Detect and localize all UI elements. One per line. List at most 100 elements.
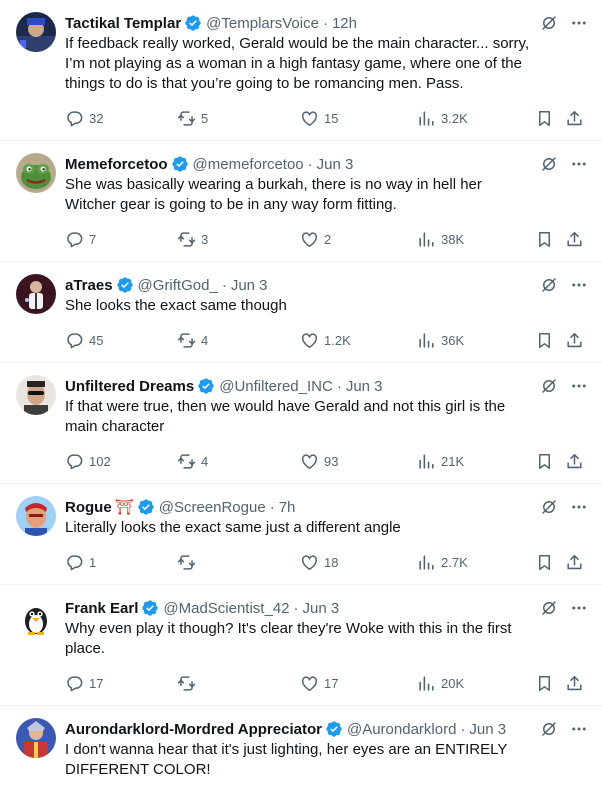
user-handle[interactable]: @TemplarsVoice: [206, 15, 319, 32]
avatar[interactable]: [16, 12, 56, 52]
tweet[interactable]: Tactikal Templar @TemplarsVoice · 12h If fee…: [0, 0, 602, 141]
grok-icon[interactable]: [540, 377, 558, 395]
more-icon[interactable]: [570, 276, 588, 294]
views-count: 3.2K: [441, 111, 468, 126]
reply-button[interactable]: 1: [65, 553, 96, 572]
like-button[interactable]: 18: [300, 553, 338, 572]
retweet-button[interactable]: 5: [177, 109, 208, 128]
reply-button[interactable]: 45: [65, 331, 103, 350]
like-button[interactable]: 17: [300, 674, 338, 693]
share-button[interactable]: [565, 452, 589, 471]
reply-button[interactable]: 32: [65, 109, 103, 128]
user-handle[interactable]: @Unfiltered_INC: [219, 378, 333, 395]
retweet-button[interactable]: [177, 674, 201, 693]
tweet-text: I don't wanna hear that it's just lighti…: [65, 741, 508, 778]
display-name[interactable]: aTraes: [65, 277, 113, 294]
avatar[interactable]: [16, 375, 56, 415]
user-handle[interactable]: @GriftGod_: [138, 277, 218, 294]
verified-badge-icon: [325, 720, 343, 738]
avatar[interactable]: [16, 718, 56, 758]
timestamp[interactable]: Jun 3: [317, 156, 354, 173]
share-button[interactable]: [565, 674, 589, 693]
views-button[interactable]: 36K: [417, 331, 464, 350]
tweet[interactable]: Aurondarklord-Mordred Appreciator @Aurond…: [0, 706, 602, 796]
reply-button[interactable]: 7: [65, 230, 96, 249]
bookmark-button[interactable]: [535, 553, 559, 572]
user-handle[interactable]: @memeforcetoo: [193, 156, 304, 173]
tweet[interactable]: Frank Earl @MadScientist_42 · Jun 3 Why even…: [0, 585, 602, 706]
display-name[interactable]: Tactikal Templar: [65, 15, 181, 32]
tweet-body: aTraes @GriftGod_ · Jun 3 She looks the exac…: [65, 274, 586, 362]
reply-button[interactable]: 17: [65, 674, 103, 693]
user-handle[interactable]: @MadScientist_42: [163, 600, 289, 617]
user-handle[interactable]: @Aurondarklord: [347, 721, 456, 738]
grok-icon[interactable]: [540, 14, 558, 32]
avatar[interactable]: [16, 597, 56, 637]
tweet-top-actions: [540, 498, 588, 516]
tweet[interactable]: Unfiltered Dreams @Unfiltered_INC · Jun 3 If…: [0, 363, 602, 484]
avatar[interactable]: [16, 153, 56, 193]
like-button[interactable]: 1.2K: [300, 331, 351, 350]
avatar[interactable]: [16, 496, 56, 536]
views-button[interactable]: 20K: [417, 674, 464, 693]
display-name[interactable]: Aurondarklord-Mordred Appreciator: [65, 721, 322, 738]
grok-icon[interactable]: [540, 276, 558, 294]
retweet-button[interactable]: 4: [177, 452, 208, 471]
timestamp[interactable]: Jun 3: [469, 721, 506, 738]
display-name[interactable]: Frank Earl: [65, 600, 138, 617]
grok-icon[interactable]: [540, 155, 558, 173]
timestamp[interactable]: Jun 3: [231, 277, 268, 294]
bookmark-button[interactable]: [535, 109, 559, 128]
tweet[interactable]: Memeforcetoo @memeforcetoo · Jun 3 She was b…: [0, 141, 602, 262]
like-icon: [300, 674, 324, 693]
retweet-count: 4: [201, 454, 209, 469]
views-button[interactable]: 21K: [417, 452, 464, 471]
reply-count: 17: [89, 676, 104, 691]
more-icon[interactable]: [570, 498, 588, 516]
more-icon[interactable]: [570, 14, 588, 32]
share-button[interactable]: [565, 109, 589, 128]
views-icon: [417, 331, 441, 350]
more-icon[interactable]: [570, 155, 588, 173]
bookmark-button[interactable]: [535, 230, 559, 249]
display-name[interactable]: Rogue: [65, 499, 112, 516]
timestamp[interactable]: Jun 3: [346, 378, 383, 395]
reply-button[interactable]: 102: [65, 452, 111, 471]
bookmark-button[interactable]: [535, 331, 559, 350]
grok-icon[interactable]: [540, 599, 558, 617]
timestamp[interactable]: 12h: [332, 15, 357, 32]
views-button[interactable]: 38K: [417, 230, 464, 249]
bookmark-button[interactable]: [535, 674, 559, 693]
views-button[interactable]: 2.7K: [417, 553, 468, 572]
reply-count: 1: [89, 555, 97, 570]
views-button[interactable]: 3.2K: [417, 109, 468, 128]
tweet-header: Tactikal Templar @TemplarsVoice · 12h: [65, 12, 536, 34]
retweet-button[interactable]: 3: [177, 230, 208, 249]
display-name[interactable]: Unfiltered Dreams: [65, 378, 194, 395]
grok-icon[interactable]: [540, 498, 558, 516]
display-name[interactable]: Memeforcetoo: [65, 156, 168, 173]
timestamp[interactable]: Jun 3: [303, 600, 340, 617]
more-icon[interactable]: [570, 720, 588, 738]
avatar[interactable]: [16, 274, 56, 314]
user-handle[interactable]: @ScreenRogue: [159, 499, 266, 516]
share-button[interactable]: [565, 331, 589, 350]
timestamp[interactable]: 7h: [279, 499, 296, 516]
like-button[interactable]: 2: [300, 230, 331, 249]
share-button[interactable]: [565, 230, 589, 249]
grok-icon[interactable]: [540, 720, 558, 738]
tweet[interactable]: aTraes @GriftGod_ · Jun 3 She looks the exac…: [0, 262, 602, 363]
like-count: 17: [324, 676, 339, 691]
tweet[interactable]: Rogue ⛩ @ScreenRogue · 7h Literally looks the…: [0, 484, 602, 585]
reply-icon: [65, 331, 89, 350]
separator-dot: ·: [269, 498, 275, 516]
like-button[interactable]: 15: [300, 109, 338, 128]
retweet-button[interactable]: 4: [177, 331, 208, 350]
more-icon[interactable]: [570, 377, 588, 395]
reply-icon: [65, 553, 89, 572]
more-icon[interactable]: [570, 599, 588, 617]
bookmark-button[interactable]: [535, 452, 559, 471]
like-button[interactable]: 93: [300, 452, 338, 471]
share-button[interactable]: [565, 553, 589, 572]
retweet-button[interactable]: [177, 553, 201, 572]
